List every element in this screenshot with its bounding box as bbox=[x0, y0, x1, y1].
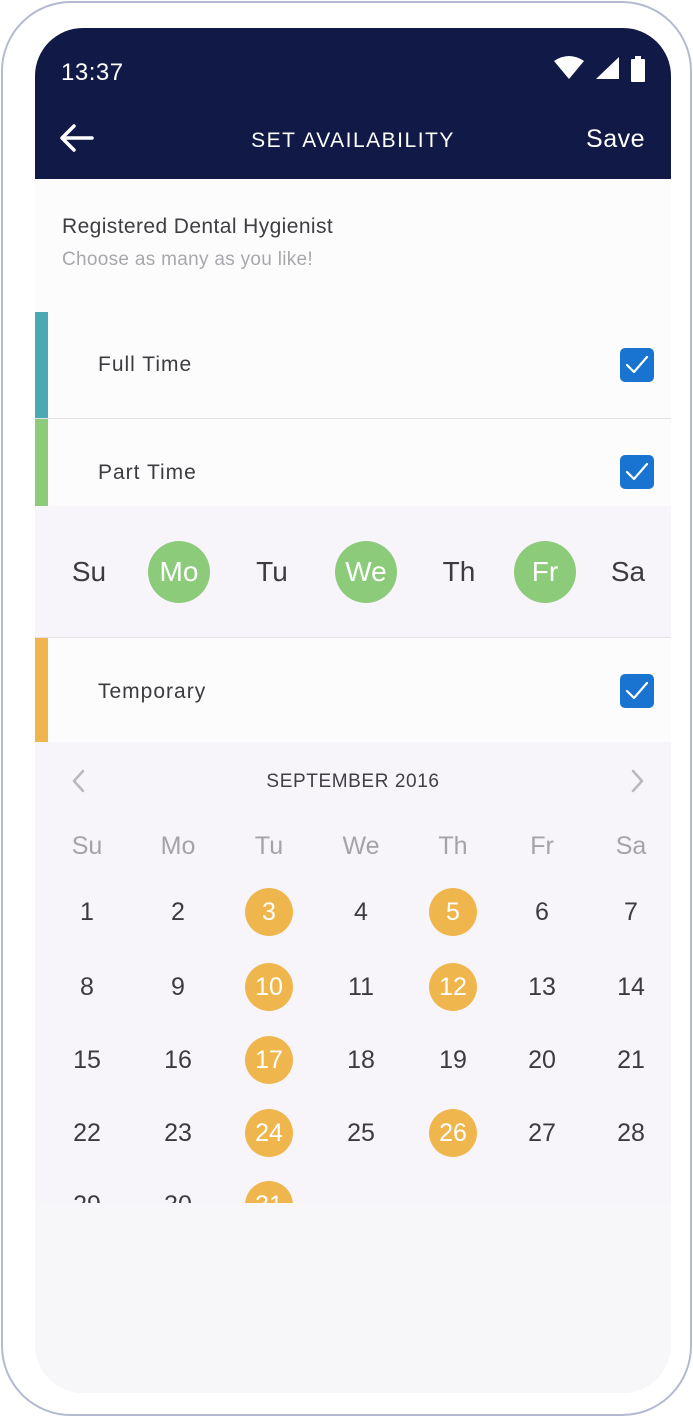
calendar-date-10[interactable]: 10 bbox=[245, 963, 293, 1011]
calendar-date-4[interactable]: 4 bbox=[337, 888, 385, 936]
calendar-date-27[interactable]: 27 bbox=[518, 1109, 566, 1157]
calendar-date-20[interactable]: 20 bbox=[518, 1036, 566, 1084]
calendar-date-30[interactable]: 30 bbox=[154, 1181, 202, 1203]
month-calendar: SEPTEMBER 2016 Su Mo Tu We Th Fr Sa 1234… bbox=[35, 742, 671, 1203]
temporary-checkbox[interactable] bbox=[620, 674, 654, 708]
checkmark-icon bbox=[625, 355, 649, 374]
temporary-color-bar bbox=[35, 638, 48, 742]
calendar-weekday-header: Mo bbox=[160, 832, 196, 860]
category-subtitle: Choose as many as you like! bbox=[62, 249, 313, 270]
option-row-full-time[interactable]: Full Time bbox=[35, 312, 671, 419]
calendar-date-7[interactable]: 7 bbox=[607, 888, 655, 936]
weekday-mo[interactable]: Mo bbox=[148, 541, 210, 603]
calendar-date-15[interactable]: 15 bbox=[63, 1036, 111, 1084]
weekday-th[interactable]: Th bbox=[428, 541, 490, 603]
status-time: 13:37 bbox=[61, 59, 124, 86]
calendar-date-16[interactable]: 16 bbox=[154, 1036, 202, 1084]
checkmark-icon bbox=[625, 681, 649, 700]
option-label-full-time: Full Time bbox=[98, 353, 193, 376]
save-button[interactable]: Save bbox=[586, 125, 645, 154]
calendar-date-12[interactable]: 12 bbox=[429, 963, 477, 1011]
calendar-date-14[interactable]: 14 bbox=[607, 963, 655, 1011]
signal-icon bbox=[595, 57, 619, 79]
weekday-we[interactable]: We bbox=[335, 541, 397, 603]
empty-area bbox=[35, 1203, 671, 1393]
calendar-date-19[interactable]: 19 bbox=[429, 1036, 477, 1084]
calendar-next-button[interactable] bbox=[625, 767, 649, 795]
calendar-weekday-header: Su bbox=[71, 832, 103, 860]
calendar-weekday-header: Fr bbox=[530, 832, 554, 860]
calendar-date-28[interactable]: 28 bbox=[607, 1109, 655, 1157]
calendar-date-11[interactable]: 11 bbox=[337, 963, 385, 1011]
category-title: Registered Dental Hygienist bbox=[62, 215, 334, 238]
calendar-date-22[interactable]: 22 bbox=[63, 1109, 111, 1157]
calendar-date-29[interactable]: 29 bbox=[63, 1181, 111, 1203]
calendar-date-24[interactable]: 24 bbox=[245, 1109, 293, 1157]
availability-content: Registered Dental Hygienist Choose as ma… bbox=[35, 179, 671, 1203]
phone-frame: 13:37 SET AVAILABILITY Save Registered D… bbox=[1, 1, 692, 1416]
calendar-date-9[interactable]: 9 bbox=[154, 963, 202, 1011]
calendar-date-6[interactable]: 6 bbox=[518, 888, 566, 936]
option-row-temporary[interactable]: Temporary bbox=[35, 638, 671, 742]
calendar-weekday-header: Sa bbox=[615, 832, 647, 860]
weekday-fr[interactable]: Fr bbox=[514, 541, 576, 603]
part-time-checkbox[interactable] bbox=[620, 455, 654, 489]
page-title: SET AVAILABILITY bbox=[251, 129, 455, 152]
wifi-icon bbox=[554, 56, 585, 79]
full-time-checkbox[interactable] bbox=[620, 348, 654, 382]
calendar-month-label: SEPTEMBER 2016 bbox=[266, 771, 440, 792]
calendar-weekday-header: Th bbox=[438, 832, 468, 860]
calendar-date-26[interactable]: 26 bbox=[429, 1109, 477, 1157]
calendar-weekday-header: Tu bbox=[254, 832, 284, 860]
battery-icon bbox=[631, 56, 645, 82]
calendar-date-21[interactable]: 21 bbox=[607, 1036, 655, 1084]
calendar-date-31[interactable]: 31 bbox=[245, 1181, 293, 1203]
weekday-selector: Su Mo Tu We Th Fr Sa bbox=[35, 506, 671, 638]
calendar-date-18[interactable]: 18 bbox=[337, 1036, 385, 1084]
calendar-date-23[interactable]: 23 bbox=[154, 1109, 202, 1157]
calendar-date-13[interactable]: 13 bbox=[518, 963, 566, 1011]
full-time-color-bar bbox=[35, 312, 48, 418]
calendar-date-25[interactable]: 25 bbox=[337, 1109, 385, 1157]
calendar-weekday-header: We bbox=[342, 832, 380, 860]
chevron-right-icon bbox=[631, 769, 644, 793]
status-icons bbox=[554, 56, 645, 82]
calendar-date-8[interactable]: 8 bbox=[63, 963, 111, 1011]
calendar-date-17[interactable]: 17 bbox=[245, 1036, 293, 1084]
calendar-date-5[interactable]: 5 bbox=[429, 888, 477, 936]
checkmark-icon bbox=[625, 462, 649, 481]
app-screen: 13:37 SET AVAILABILITY Save Registered D… bbox=[35, 28, 671, 1393]
weekday-sa[interactable]: Sa bbox=[597, 541, 659, 603]
calendar-date-2[interactable]: 2 bbox=[154, 888, 202, 936]
app-bar: 13:37 SET AVAILABILITY Save bbox=[35, 28, 671, 179]
calendar-date-1[interactable]: 1 bbox=[63, 888, 111, 936]
calendar-date-3[interactable]: 3 bbox=[245, 888, 293, 936]
weekday-su[interactable]: Su bbox=[58, 541, 120, 603]
option-label-temporary: Temporary bbox=[98, 680, 207, 703]
option-label-part-time: Part Time bbox=[98, 461, 197, 484]
weekday-tu[interactable]: Tu bbox=[241, 541, 303, 603]
